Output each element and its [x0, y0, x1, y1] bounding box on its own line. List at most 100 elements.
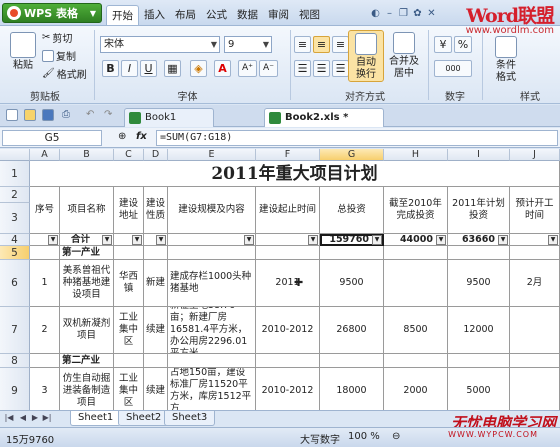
row-header[interactable]: 8	[0, 354, 30, 368]
column-header[interactable]: G	[320, 149, 384, 161]
spreadsheet-grid[interactable]: ABCDEFGHIJ123456789102011年重大项目计划序号项目名称建设…	[0, 149, 560, 410]
shrink-font-button[interactable]: A⁻	[259, 60, 278, 77]
row-header[interactable]: 9	[0, 368, 30, 410]
cell[interactable]	[320, 354, 384, 368]
font-size-select[interactable]: 9 ▼	[224, 36, 272, 53]
insert-function-button[interactable]: fx	[136, 131, 147, 142]
data-cell[interactable]: 华西镇	[114, 260, 144, 307]
align-top-button[interactable]: ≡	[294, 36, 311, 53]
data-cell[interactable]: 工业集中区	[114, 368, 144, 410]
data-cell[interactable]: 1	[30, 260, 60, 307]
save-button[interactable]	[42, 109, 54, 121]
filter-cell[interactable]: ▼	[510, 234, 560, 246]
filter-dropdown-icon[interactable]: ▼	[244, 235, 254, 245]
align-left-button[interactable]: ☰	[294, 60, 311, 77]
data-cell[interactable]: 续建	[144, 307, 168, 354]
cell[interactable]	[114, 246, 144, 260]
zoom-level[interactable]: 100 %	[348, 431, 380, 442]
tab-formula[interactable]: 公式	[201, 5, 232, 25]
data-cell[interactable]: 8500	[384, 307, 448, 354]
filter-cell[interactable]: ▼	[256, 234, 320, 246]
cell[interactable]	[384, 354, 448, 368]
data-cell[interactable]: 工业集中区	[114, 307, 144, 354]
data-cell[interactable]: 新建	[144, 260, 168, 307]
data-cell[interactable]: 9500	[448, 260, 510, 307]
filter-cell[interactable]: ▼ 63660	[448, 234, 510, 246]
sheet-title[interactable]: 2011年重大项目计划	[30, 161, 560, 187]
font-name-select[interactable]: 宋体 ▼	[100, 36, 220, 53]
filter-cell[interactable]: ▼ 159760	[320, 234, 384, 246]
new-file-button[interactable]	[6, 109, 18, 121]
data-cell[interactable]: 美系曾祖代种猪基地建设项目	[60, 260, 114, 307]
column-title-cell[interactable]: 2011年计划投资	[448, 187, 510, 234]
cell[interactable]	[384, 246, 448, 260]
column-header[interactable]: E	[168, 149, 256, 161]
data-cell[interactable]: 2000	[384, 368, 448, 410]
data-cell[interactable]: 5000	[448, 368, 510, 410]
row-header[interactable]: 1	[0, 161, 30, 187]
cell[interactable]	[448, 354, 510, 368]
data-cell[interactable]: 2	[30, 307, 60, 354]
filter-dropdown-icon[interactable]: ▼	[436, 235, 446, 245]
cell[interactable]	[144, 246, 168, 260]
tab-start[interactable]: 开始	[106, 5, 139, 25]
filter-cell[interactable]: ▼	[30, 234, 60, 246]
last-sheet-icon[interactable]: ▶|	[42, 413, 52, 424]
column-header[interactable]: H	[384, 149, 448, 161]
wps-menu-button[interactable]: WPS 表格 ▼	[2, 3, 102, 23]
skin-icon[interactable]: ✿	[412, 8, 423, 19]
cell[interactable]	[510, 354, 560, 368]
close-icon[interactable]: ✕	[426, 8, 437, 19]
thousands-button[interactable]: 000	[434, 60, 472, 77]
help-icon[interactable]: ◐	[370, 8, 381, 19]
align-middle-button[interactable]: ≡	[313, 36, 330, 53]
sheet-tab-1[interactable]: Sheet1	[70, 411, 122, 426]
row-header[interactable]: 3	[0, 203, 30, 234]
section-label[interactable]: 第二产业	[60, 354, 114, 368]
underline-button[interactable]: U	[140, 60, 157, 77]
filter-dropdown-icon[interactable]: ▼	[498, 235, 508, 245]
filter-dropdown-icon[interactable]: ▼	[102, 235, 112, 245]
filter-cell[interactable]: ▼ 合计	[60, 234, 114, 246]
doc-tab-book1[interactable]: Book1	[124, 108, 214, 127]
cut-button[interactable]: ✂ 剪切	[42, 30, 72, 45]
tab-layout[interactable]: 布局	[170, 5, 201, 25]
filter-dropdown-icon[interactable]: ▼	[548, 235, 558, 245]
data-cell[interactable]: 26800	[320, 307, 384, 354]
cell[interactable]	[168, 354, 256, 368]
filter-dropdown-icon[interactable]: ▼	[48, 235, 58, 245]
row-header[interactable]: 6	[0, 260, 30, 307]
filter-dropdown-icon[interactable]: ▼	[308, 235, 318, 245]
align-center-button[interactable]: ☰	[313, 60, 330, 77]
undo-button[interactable]: ↶	[86, 109, 94, 120]
data-cell[interactable]: 9500	[320, 260, 384, 307]
cell[interactable]	[320, 246, 384, 260]
column-header[interactable]: D	[144, 149, 168, 161]
next-sheet-icon[interactable]: ▶	[30, 413, 40, 424]
grow-font-button[interactable]: A⁺	[238, 60, 257, 77]
font-color-button[interactable]: A	[214, 60, 231, 77]
tab-data[interactable]: 数据	[232, 5, 263, 25]
column-title-cell[interactable]: 建设规模及内容	[168, 187, 256, 234]
cell[interactable]	[114, 354, 144, 368]
first-sheet-icon[interactable]: |◀	[4, 413, 14, 424]
column-title-cell[interactable]: 总投资	[320, 187, 384, 234]
data-cell[interactable]: 建成存栏1000头种猪基地	[168, 260, 256, 307]
data-cell[interactable]: 2011	[256, 260, 320, 307]
data-cell[interactable]: 2010-2012	[256, 368, 320, 410]
select-all-corner[interactable]	[0, 149, 30, 161]
name-box[interactable]: G5	[2, 130, 102, 146]
data-cell[interactable]: 新征土地38.76亩；新建厂房16581.4平方米，办公用房2296.01平方米	[168, 307, 256, 354]
section-label[interactable]: 第一产业	[60, 246, 114, 260]
row-header[interactable]: 7	[0, 307, 30, 354]
data-cell[interactable]: 18000	[320, 368, 384, 410]
copy-button[interactable]: 复制	[42, 48, 76, 63]
cell[interactable]	[510, 246, 560, 260]
cell[interactable]	[144, 354, 168, 368]
doc-tab-book2[interactable]: Book2.xls *	[264, 108, 384, 127]
data-cell[interactable]: 仿生自动掘进装备制造项目	[60, 368, 114, 410]
borders-button[interactable]: ▦	[164, 60, 181, 77]
sheet-tab-3[interactable]: Sheet3	[164, 411, 216, 426]
data-cell[interactable]	[384, 260, 448, 307]
data-cell[interactable]: 双机新凝剂项目	[60, 307, 114, 354]
